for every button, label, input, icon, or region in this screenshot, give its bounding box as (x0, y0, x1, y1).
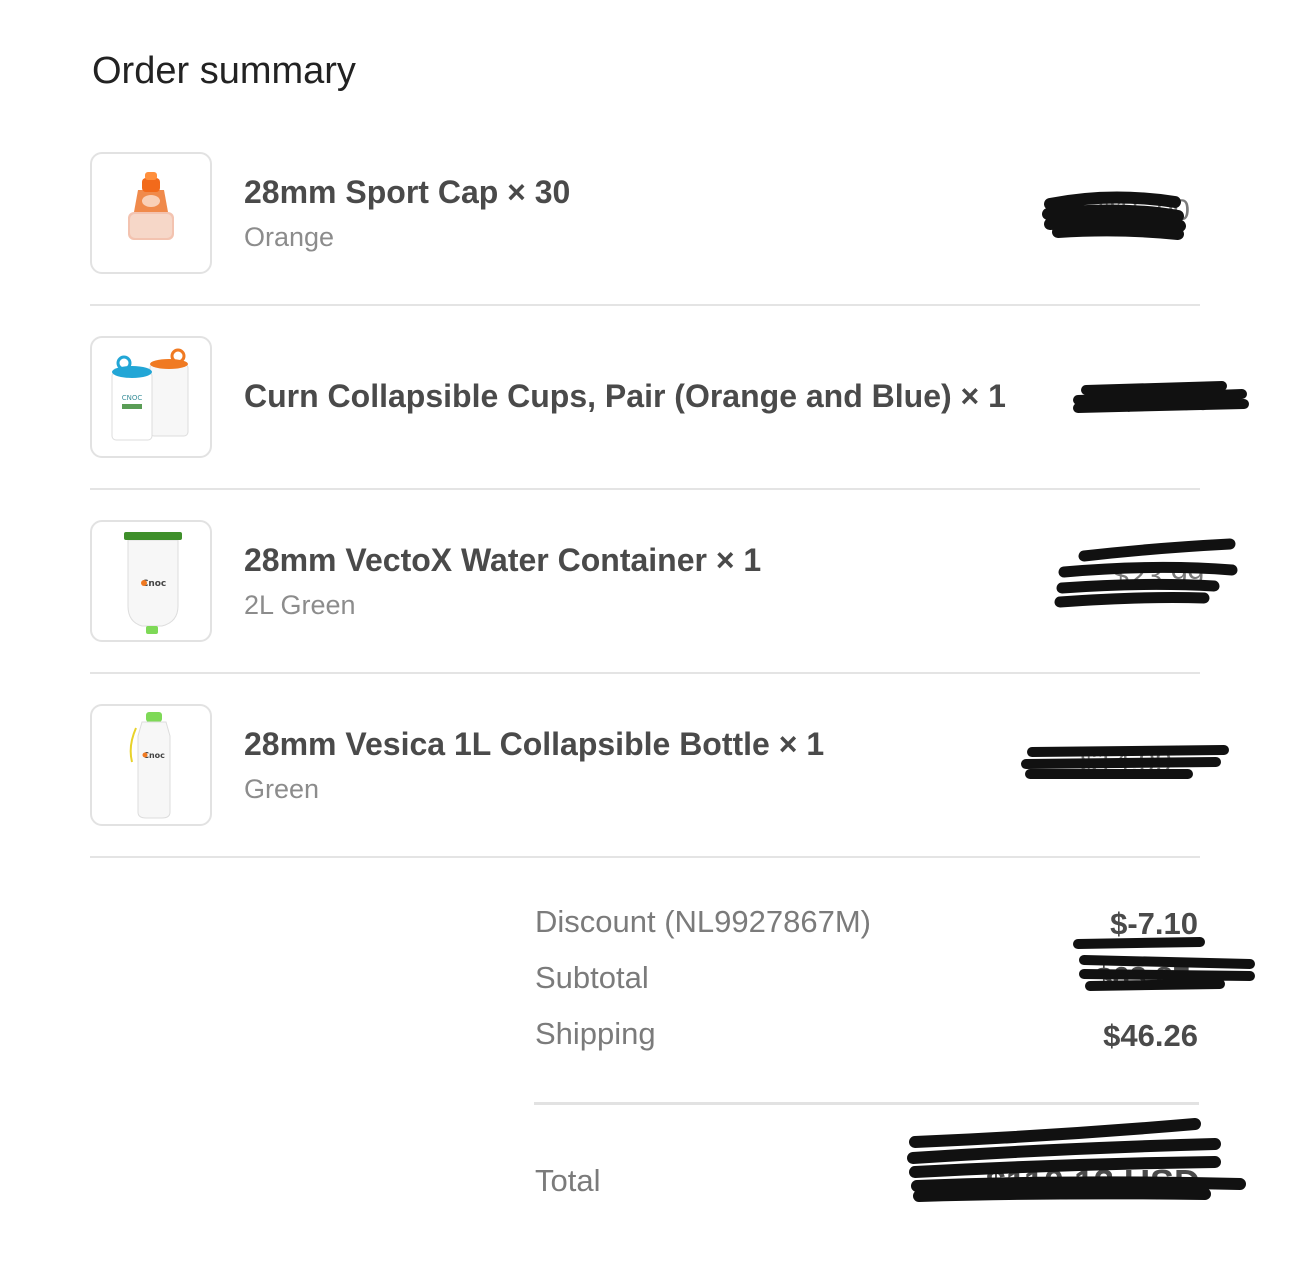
collapsible-cups-thumbnail: CNOC (90, 336, 212, 458)
discount-label: Discount (NL9927867M) (535, 904, 872, 939)
line-item: 28mm Sport Cap × 30 Orange $15.00 (90, 122, 1200, 306)
water-container-icon: Cnoc (124, 532, 182, 634)
redaction-scribble (1054, 538, 1238, 608)
item-price-redacted: $16.99 (1072, 374, 1252, 434)
collapsible-cups-icon: CNOC (111, 348, 189, 441)
line-item: CNOC Curn Collapsible Cups, Pair (Orange… (90, 306, 1249, 490)
item-variant: 2L Green (244, 590, 356, 620)
redaction-scribble (1073, 381, 1249, 413)
item-variant: Green (244, 774, 320, 804)
item-name: 28mm Vesica 1L Collapsible Bottle × 1 (244, 726, 825, 762)
sport-cap-thumbnail (90, 152, 212, 274)
sport-cap-icon (128, 172, 174, 240)
line-item: Cnoc 28mm VectoX Water Container × 1 2L … (90, 490, 1238, 674)
svg-text:CNOC: CNOC (122, 394, 143, 402)
item-name: 28mm VectoX Water Container × 1 (244, 542, 762, 578)
shipping-value: $46.26 (1103, 1018, 1198, 1053)
redaction-scribble (1073, 937, 1255, 991)
item-name: Curn Collapsible Cups, Pair (Orange and … (244, 378, 1006, 414)
item-price-redacted: $14.99 (1020, 740, 1232, 790)
total-value-redacted: $110.13 USD (905, 1118, 1250, 1206)
shipping-label: Shipping (535, 1016, 656, 1051)
line-item: Cnoc 28mm Vesica 1L Collapsible Bottle ×… (90, 674, 1229, 858)
collapsible-bottle-thumbnail: Cnoc (90, 704, 212, 826)
collapsible-bottle-icon: Cnoc (129, 712, 171, 819)
item-price-redacted: $15.00 (1040, 184, 1200, 244)
total-label: Total (535, 1163, 601, 1198)
redaction-scribble (907, 1118, 1246, 1202)
redaction-scribble (1042, 191, 1186, 240)
page-title: Order summary (92, 50, 356, 92)
redaction-scribble (1021, 745, 1229, 779)
summary-divider (534, 1102, 1199, 1105)
subtotal-value-redacted: $63.87 (1070, 934, 1260, 995)
item-name: 28mm Sport Cap × 30 (244, 174, 571, 210)
water-container-thumbnail: Cnoc (90, 520, 212, 642)
subtotal-label: Subtotal (535, 960, 649, 995)
item-price-redacted: $23.99 (1054, 538, 1244, 616)
item-variant: Orange (244, 222, 335, 252)
